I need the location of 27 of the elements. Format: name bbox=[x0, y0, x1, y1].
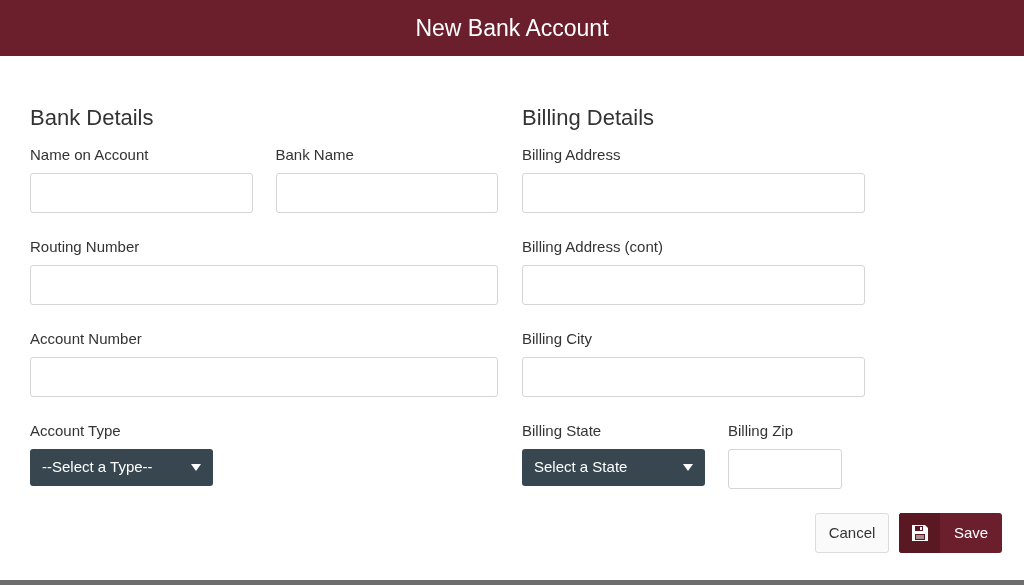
input-field[interactable] bbox=[522, 173, 865, 213]
field-label: Name on Account bbox=[30, 146, 150, 164]
input-field[interactable] bbox=[275, 173, 498, 213]
section-heading: Bank Details bbox=[30, 104, 155, 132]
field-label: Bank Name bbox=[275, 146, 355, 164]
input-field[interactable] bbox=[522, 265, 865, 305]
field-label: Billing City bbox=[522, 330, 594, 348]
section-heading: Billing Details bbox=[522, 104, 656, 132]
dropdown[interactable]: Select a State bbox=[522, 449, 705, 486]
input-field[interactable] bbox=[30, 265, 498, 305]
field-label: Billing Address bbox=[522, 146, 622, 164]
input-field[interactable] bbox=[30, 357, 498, 397]
save-button[interactable]: Save bbox=[899, 513, 1002, 553]
input-field[interactable] bbox=[728, 449, 842, 489]
window-title: New Bank Account bbox=[415, 13, 609, 43]
input-field[interactable] bbox=[30, 173, 253, 213]
field-label: Account Type bbox=[30, 422, 122, 440]
dropdown[interactable]: --Select a Type-- bbox=[30, 449, 213, 486]
input-field[interactable] bbox=[522, 357, 865, 397]
field-label: Billing Zip bbox=[728, 422, 795, 440]
caret-icon bbox=[191, 464, 201, 471]
field-label: Billing State bbox=[522, 422, 603, 440]
field-label: Routing Number bbox=[30, 238, 141, 256]
field-label: Account Number bbox=[30, 330, 143, 348]
caret-icon bbox=[683, 464, 693, 471]
field-label: Billing Address (cont) bbox=[522, 238, 664, 256]
cancel-button[interactable]: Cancel bbox=[815, 513, 889, 553]
